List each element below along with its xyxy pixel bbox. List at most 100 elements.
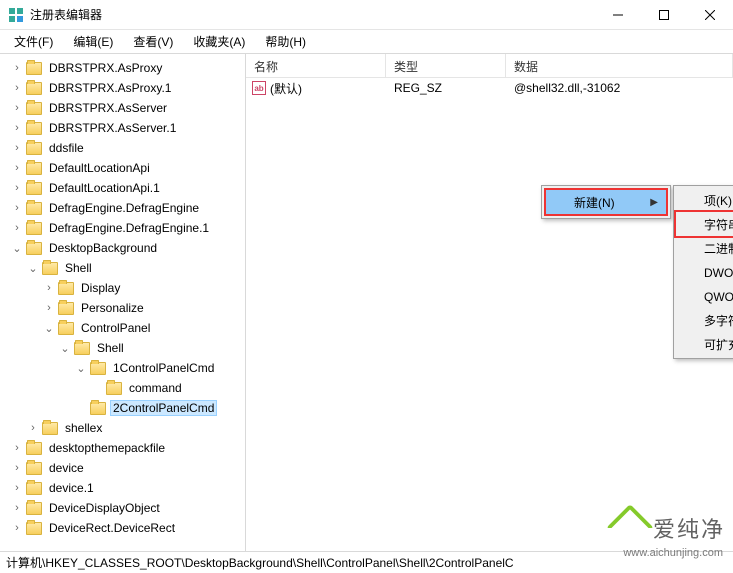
expand-icon[interactable]: › xyxy=(10,162,24,174)
expand-icon[interactable]: › xyxy=(26,422,40,434)
context-item-qword-label: QWORD (64 位)值(Q) xyxy=(704,288,733,305)
context-item-qword-value[interactable]: QWORD (64 位)值(Q) xyxy=(676,284,733,308)
collapse-icon[interactable]: ⌄ xyxy=(10,242,24,255)
expand-icon[interactable]: › xyxy=(10,202,24,214)
expand-icon[interactable]: › xyxy=(10,82,24,94)
expand-icon[interactable]: › xyxy=(10,462,24,474)
tree-item-label: shellex xyxy=(62,420,105,436)
context-item-new-label: 新建(N) xyxy=(574,194,615,211)
folder-icon xyxy=(26,242,42,255)
tree-item[interactable]: ›DeviceRect.DeviceRect xyxy=(2,518,245,538)
highlight-box-string: 字符串值(S) xyxy=(674,210,733,238)
tree-item-label: device.1 xyxy=(46,480,97,496)
tree-item[interactable]: › DBRSTPRX.AsServer xyxy=(2,98,245,118)
close-button[interactable] xyxy=(687,0,733,29)
context-item-multistring-label: 多字符串值(M) xyxy=(704,312,733,329)
tree-item-label: DBRSTPRX.AsServer xyxy=(46,100,170,116)
expand-icon[interactable]: › xyxy=(10,502,24,514)
tree-item[interactable]: ›DefaultLocationApi.1 xyxy=(2,178,245,198)
tree-item-label: DBRSTPRX.AsServer.1 xyxy=(46,120,179,136)
context-item-key[interactable]: 项(K) xyxy=(676,188,733,212)
menu-favorites[interactable]: 收藏夹(A) xyxy=(185,31,253,52)
tree-item[interactable]: ›DBRSTPRX.AsProxy xyxy=(2,58,245,78)
tree-item[interactable]: command xyxy=(2,378,245,398)
collapse-icon[interactable]: ⌄ xyxy=(74,362,88,375)
tree-item[interactable]: ›device xyxy=(2,458,245,478)
folder-icon xyxy=(26,102,42,115)
context-item-string-value[interactable]: 字符串值(S) xyxy=(676,212,733,236)
minimize-button[interactable] xyxy=(595,0,641,29)
menu-view[interactable]: 查看(V) xyxy=(125,31,181,52)
folder-icon xyxy=(26,442,42,455)
menu-help[interactable]: 帮助(H) xyxy=(257,31,314,52)
tree-item[interactable]: › DBRSTPRX.AsServer.1 xyxy=(2,118,245,138)
expand-icon[interactable]: › xyxy=(42,302,56,314)
list-header: 名称 类型 数据 xyxy=(246,54,733,78)
tree-item[interactable]: ›Display xyxy=(2,278,245,298)
expand-icon[interactable]: › xyxy=(10,222,24,234)
tree-item[interactable]: ›Personalize xyxy=(2,298,245,318)
tree-item-label: DefaultLocationApi xyxy=(46,160,153,176)
collapse-icon[interactable]: ⌄ xyxy=(26,262,40,275)
tree-item[interactable]: ⌄Shell xyxy=(2,258,245,278)
column-header-type[interactable]: 类型 xyxy=(386,54,506,77)
tree-item[interactable]: ⌄ Shell xyxy=(2,338,245,358)
list-row[interactable]: ab (默认) REG_SZ @shell32.dll,-31062 xyxy=(246,78,733,98)
value-name-cell: ab (默认) xyxy=(246,80,386,97)
tree-item[interactable]: ›ddsfile xyxy=(2,138,245,158)
value-name: (默认) xyxy=(270,80,302,97)
collapse-icon[interactable]: ⌄ xyxy=(58,342,72,355)
tree-item[interactable]: › shellex xyxy=(2,418,245,438)
value-type: REG_SZ xyxy=(386,81,506,95)
tree-item[interactable]: › DBRSTPRX.AsProxy.1 xyxy=(2,78,245,98)
folder-icon xyxy=(58,282,74,295)
column-header-name[interactable]: 名称 xyxy=(246,54,386,77)
tree-item[interactable]: › device.1 xyxy=(2,478,245,498)
collapse-icon[interactable]: ⌄ xyxy=(42,322,56,335)
expand-icon[interactable]: › xyxy=(10,482,24,494)
tree-item[interactable]: › DefragEngine.DefragEngine.1 xyxy=(2,218,245,238)
expand-icon[interactable]: › xyxy=(10,102,24,114)
expand-icon[interactable]: › xyxy=(10,182,24,194)
menu-file[interactable]: 文件(F) xyxy=(6,31,61,52)
context-item-dword-value[interactable]: DWORD (32 位)值(D) xyxy=(676,260,733,284)
tree-item[interactable]: ⌄ 1ControlPanelCmd xyxy=(2,358,245,378)
tree-item-label: DBRSTPRX.AsProxy.1 xyxy=(46,80,174,96)
expand-icon[interactable]: › xyxy=(10,522,24,534)
context-item-string-label: 字符串值(S) xyxy=(704,216,733,233)
expand-icon[interactable]: › xyxy=(10,442,24,454)
expand-icon[interactable]: › xyxy=(10,122,24,134)
context-item-binary-value[interactable]: 二进制值(B) xyxy=(676,236,733,260)
tree-item[interactable]: ⌄DesktopBackground xyxy=(2,238,245,258)
window-title: 注册表编辑器 xyxy=(30,6,595,23)
context-item-expandstring-label: 可扩充字符串值(E) xyxy=(704,336,733,353)
context-item-multistring-value[interactable]: 多字符串值(M) xyxy=(676,308,733,332)
maximize-button[interactable] xyxy=(641,0,687,29)
list-pane[interactable]: 名称 类型 数据 ab (默认) REG_SZ @shell32.dll,-31… xyxy=(246,54,733,551)
context-item-new[interactable]: 新建(N) ▶ xyxy=(546,190,666,214)
string-value-icon: ab xyxy=(252,81,266,95)
tree-item-label: 2ControlPanelCmd xyxy=(110,400,217,416)
folder-icon xyxy=(106,382,122,395)
tree-item-label: 1ControlPanelCmd xyxy=(110,360,217,376)
tree-item[interactable]: ⌄ControlPanel xyxy=(2,318,245,338)
tree-item[interactable]: ›DefragEngine.DefragEngine xyxy=(2,198,245,218)
expand-icon[interactable]: › xyxy=(10,142,24,154)
menu-edit[interactable]: 编辑(E) xyxy=(65,31,121,52)
tree-item-label: Shell xyxy=(94,340,127,356)
expand-icon[interactable]: › xyxy=(42,282,56,294)
folder-icon xyxy=(26,182,42,195)
folder-icon xyxy=(90,402,106,415)
tree-item-label: DefragEngine.DefragEngine.1 xyxy=(46,220,212,236)
context-item-expandstring-value[interactable]: 可扩充字符串值(E) xyxy=(676,332,733,356)
tree-item[interactable]: 2ControlPanelCmd xyxy=(2,398,245,418)
tree-item[interactable]: ›desktopthemepackfile xyxy=(2,438,245,458)
context-menu-edit: 新建(N) ▶ xyxy=(541,185,671,219)
folder-icon xyxy=(26,502,42,515)
expand-icon[interactable]: › xyxy=(10,62,24,74)
tree-item[interactable]: ›DeviceDisplayObject xyxy=(2,498,245,518)
folder-icon xyxy=(26,122,42,135)
column-header-data[interactable]: 数据 xyxy=(506,54,733,77)
tree-item[interactable]: › DefaultLocationApi xyxy=(2,158,245,178)
tree-pane[interactable]: ›DBRSTPRX.AsProxy›DBRSTPRX.AsProxy.1›DBR… xyxy=(0,54,246,551)
